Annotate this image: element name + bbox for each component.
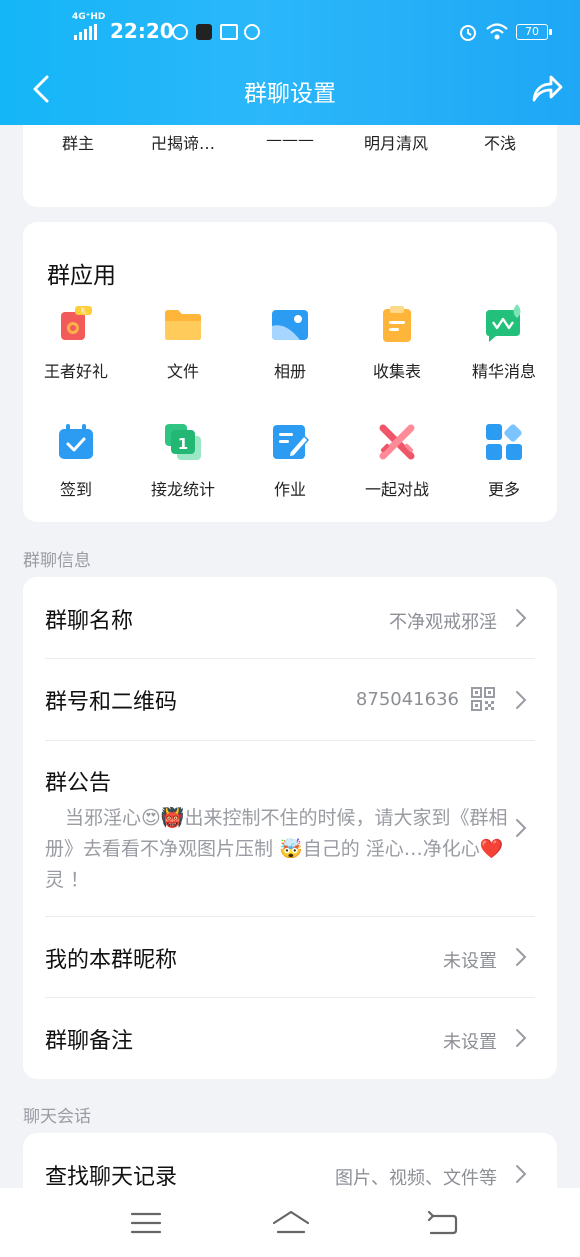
search-history-hint: 图片、视频、文件等 <box>335 1168 497 1189</box>
my-nickname-value: 未设置 <box>443 951 497 972</box>
chevron-right-icon <box>516 1029 527 1047</box>
app-label: 更多 <box>487 480 520 499</box>
app-album[interactable]: 相册 <box>240 304 340 382</box>
system-nav-bar <box>0 1188 580 1257</box>
wifi-icon <box>486 23 508 40</box>
svg-text:礼: 礼 <box>80 307 86 315</box>
app-gift[interactable]: 礼 王者好礼 <box>26 304 126 382</box>
menu-icon[interactable] <box>129 1208 163 1238</box>
my-nickname-label: 我的本群昵称 <box>45 948 178 973</box>
network-label: 4G⁺HD <box>72 12 106 22</box>
app-more[interactable]: 更多 <box>454 422 554 500</box>
announcement-text: 当邪淫心😍👹出来控制不住的时候，请大家到《群相册》去看看不净观图片压制 🤯自己的… <box>45 807 508 891</box>
announcement-label: 群公告 <box>45 771 112 796</box>
section-label-group-info: 群聊信息 <box>23 551 91 571</box>
group-info-card: 群聊名称 不净观戒邪淫 群号和二维码 875041636 群公告 当邪淫心😍👹出… <box>23 577 557 1079</box>
chevron-right-icon <box>516 609 527 627</box>
app-notification-icon <box>172 24 188 40</box>
gift-icon: 礼 <box>61 306 92 340</box>
my-nickname-row[interactable]: 我的本群昵称 未设置 <box>23 917 557 998</box>
battle-icon <box>379 424 415 460</box>
group-name-row[interactable]: 群聊名称 不净观戒邪淫 <box>23 577 557 658</box>
search-history-label: 查找聊天记录 <box>45 1165 178 1190</box>
app-battle[interactable]: 一起对战 <box>347 422 447 500</box>
app-label: 接龙统计 <box>150 480 215 499</box>
announcement-row[interactable]: 群公告 当邪淫心😍👹出来控制不住的时候，请大家到《群相册》去看看不净观图片压制 … <box>23 741 557 916</box>
relay-icon: 1 <box>165 424 201 460</box>
app-relay-stats[interactable]: 1 接龙统计 <box>133 422 233 500</box>
chevron-right-icon <box>516 819 527 837</box>
app-homework[interactable]: 作业 <box>240 422 340 500</box>
app-notification-icon <box>244 24 260 40</box>
section-label-chat: 聊天会话 <box>23 1107 91 1127</box>
member-name: 群主 <box>61 134 94 153</box>
essence-message-icon <box>486 304 521 342</box>
member-name: ——— <box>266 130 314 149</box>
member-name: 不浅 <box>483 134 516 153</box>
group-apps-title: 群应用 <box>47 263 116 289</box>
folder-icon <box>165 310 201 340</box>
group-number-value: 875041636 <box>355 689 459 710</box>
group-remark-value: 未设置 <box>443 1032 497 1053</box>
battery-icon: 70 <box>516 24 552 40</box>
more-grid-icon <box>486 424 522 460</box>
group-remark-label: 群聊备注 <box>45 1029 134 1054</box>
group-number-label: 群号和二维码 <box>45 690 178 715</box>
calendar-check-icon <box>59 424 93 459</box>
app-checkin[interactable]: 签到 <box>26 422 126 500</box>
alarm-icon <box>460 25 476 41</box>
app-label: 文件 <box>166 362 199 381</box>
album-icon <box>272 310 308 340</box>
chevron-right-icon <box>516 948 527 966</box>
clipboard-icon <box>383 306 411 342</box>
homework-icon <box>273 425 310 459</box>
qr-code-icon <box>471 687 495 711</box>
app-collect-form[interactable]: 收集表 <box>347 304 447 382</box>
app-label: 收集表 <box>372 362 421 381</box>
app-label: 作业 <box>273 480 306 499</box>
app-label: 精华消息 <box>471 362 536 381</box>
header-bar: 4G⁺HD 22:20 70 群聊设置 <box>0 0 580 125</box>
app-notification-icon <box>196 24 212 40</box>
member-name: 明月清风 <box>363 134 428 153</box>
group-name-label: 群聊名称 <box>45 609 134 634</box>
home-icon[interactable] <box>271 1208 311 1238</box>
group-number-row[interactable]: 群号和二维码 875041636 <box>23 659 557 740</box>
page-title: 群聊设置 <box>244 81 336 107</box>
app-files[interactable]: 文件 <box>133 304 233 382</box>
app-label: 王者好礼 <box>43 362 108 381</box>
app-label: 相册 <box>273 362 306 381</box>
svg-text:1: 1 <box>178 435 188 453</box>
member-name: 卍揭谛… <box>150 134 215 153</box>
signal-icon <box>74 24 97 40</box>
status-time: 22:20 <box>110 19 174 43</box>
app-essence-messages[interactable]: 精华消息 <box>454 304 554 382</box>
group-name-value: 不净观戒邪淫 <box>389 612 497 633</box>
status-bar: 4G⁺HD 22:20 70 <box>0 12 580 50</box>
chevron-right-icon <box>516 1165 527 1183</box>
group-apps-card: 群应用 礼 王者好礼 文件 相册 收集表 精华消息 签到 1 接龙统计 作业 一… <box>23 222 557 522</box>
app-label: 一起对战 <box>364 480 429 499</box>
group-remark-row[interactable]: 群聊备注 未设置 <box>23 998 557 1079</box>
share-button[interactable] <box>530 72 564 106</box>
book-icon <box>220 24 238 40</box>
chevron-right-icon <box>516 691 527 709</box>
nav-bar: 群聊设置 <box>0 62 580 118</box>
app-label: 签到 <box>59 480 92 499</box>
status-right: 70 <box>458 23 552 41</box>
back-nav-icon[interactable] <box>425 1208 459 1238</box>
